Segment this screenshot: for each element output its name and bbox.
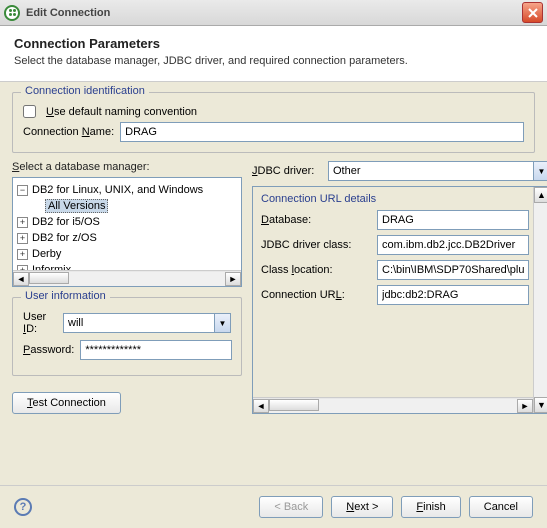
tree-expand-icon[interactable]: + [17,249,28,260]
driver-class-input[interactable] [377,235,529,255]
scroll-left-icon[interactable]: ◄ [13,272,29,286]
app-icon [4,5,20,21]
use-default-naming-checkbox[interactable] [23,105,36,118]
group-legend: Connection URL details [261,193,529,205]
footer: ? < Back Next > Finish Cancel [0,485,547,528]
driver-class-label: JDBC driver class: [261,239,371,251]
close-icon [528,8,538,18]
scroll-right-icon[interactable]: ► [517,399,533,413]
tree-item[interactable]: DB2 for Linux, UNIX, and Windows [32,184,203,196]
group-legend: Connection identification [21,85,149,97]
vertical-scrollbar[interactable]: ▲ ▼ [533,187,547,413]
jdbc-driver-label: JDBC driver: [252,165,322,177]
back-button[interactable]: < Back [259,496,323,518]
database-label: Database: [261,214,371,226]
test-connection-button[interactable]: Test Connection [12,392,121,414]
password-input[interactable] [80,340,232,360]
horizontal-scrollbar[interactable]: ◄ ► [13,270,241,286]
chevron-down-icon[interactable]: ▼ [214,313,231,333]
connection-url-input[interactable] [377,285,529,305]
db-manager-tree[interactable]: −DB2 for Linux, UNIX, and Windows All Ve… [12,177,242,287]
title-bar: Edit Connection [0,0,547,26]
class-location-input[interactable] [377,260,529,280]
scroll-thumb[interactable] [29,272,69,284]
window-title: Edit Connection [26,7,522,19]
close-button[interactable] [522,2,543,23]
tree-item[interactable]: DB2 for z/OS [32,232,97,244]
password-label: Password: [23,344,74,356]
user-id-label: User ID: [23,311,57,335]
tree-collapse-icon[interactable]: − [17,185,28,196]
page-subtitle: Select the database manager, JDBC driver… [14,55,533,67]
connection-url-label: Connection URL: [261,289,371,301]
db-manager-label: Select a database manager: [12,161,242,173]
scroll-up-icon[interactable]: ▲ [534,187,547,203]
connection-name-label: Connection Name: [23,126,114,138]
tree-expand-icon[interactable]: + [17,217,28,228]
help-icon[interactable]: ? [14,498,32,516]
horizontal-scrollbar[interactable]: ◄ ► [253,397,533,413]
use-default-naming-label: Use default naming convention [46,106,197,118]
group-legend: User information [21,290,110,302]
finish-button[interactable]: Finish [401,496,460,518]
connection-url-details: Connection URL details Database: JDBC dr… [252,186,547,414]
tree-item-selected[interactable]: All Versions [45,199,108,213]
content: Connection identification Use default na… [0,82,547,424]
user-id-input[interactable] [63,313,214,333]
chevron-down-icon[interactable]: ▼ [533,161,547,181]
page-title: Connection Parameters [14,36,533,51]
scroll-left-icon[interactable]: ◄ [253,399,269,413]
user-information-group: User information User ID: ▼ Password: [12,297,242,376]
scroll-right-icon[interactable]: ► [225,272,241,286]
class-location-label: Class location: [261,264,371,276]
connection-identification-group: Connection identification Use default na… [12,92,535,153]
scroll-down-icon[interactable]: ▼ [534,397,547,413]
connection-name-input[interactable] [120,122,524,142]
tree-item[interactable]: DB2 for i5/OS [32,216,100,228]
cancel-button[interactable]: Cancel [469,496,533,518]
next-button[interactable]: Next > [331,496,393,518]
jdbc-driver-select[interactable] [328,161,533,181]
tree-item[interactable]: Derby [32,248,61,260]
scroll-thumb[interactable] [269,399,319,411]
database-input[interactable] [377,210,529,230]
header: Connection Parameters Select the databas… [0,26,547,82]
tree-expand-icon[interactable]: + [17,233,28,244]
